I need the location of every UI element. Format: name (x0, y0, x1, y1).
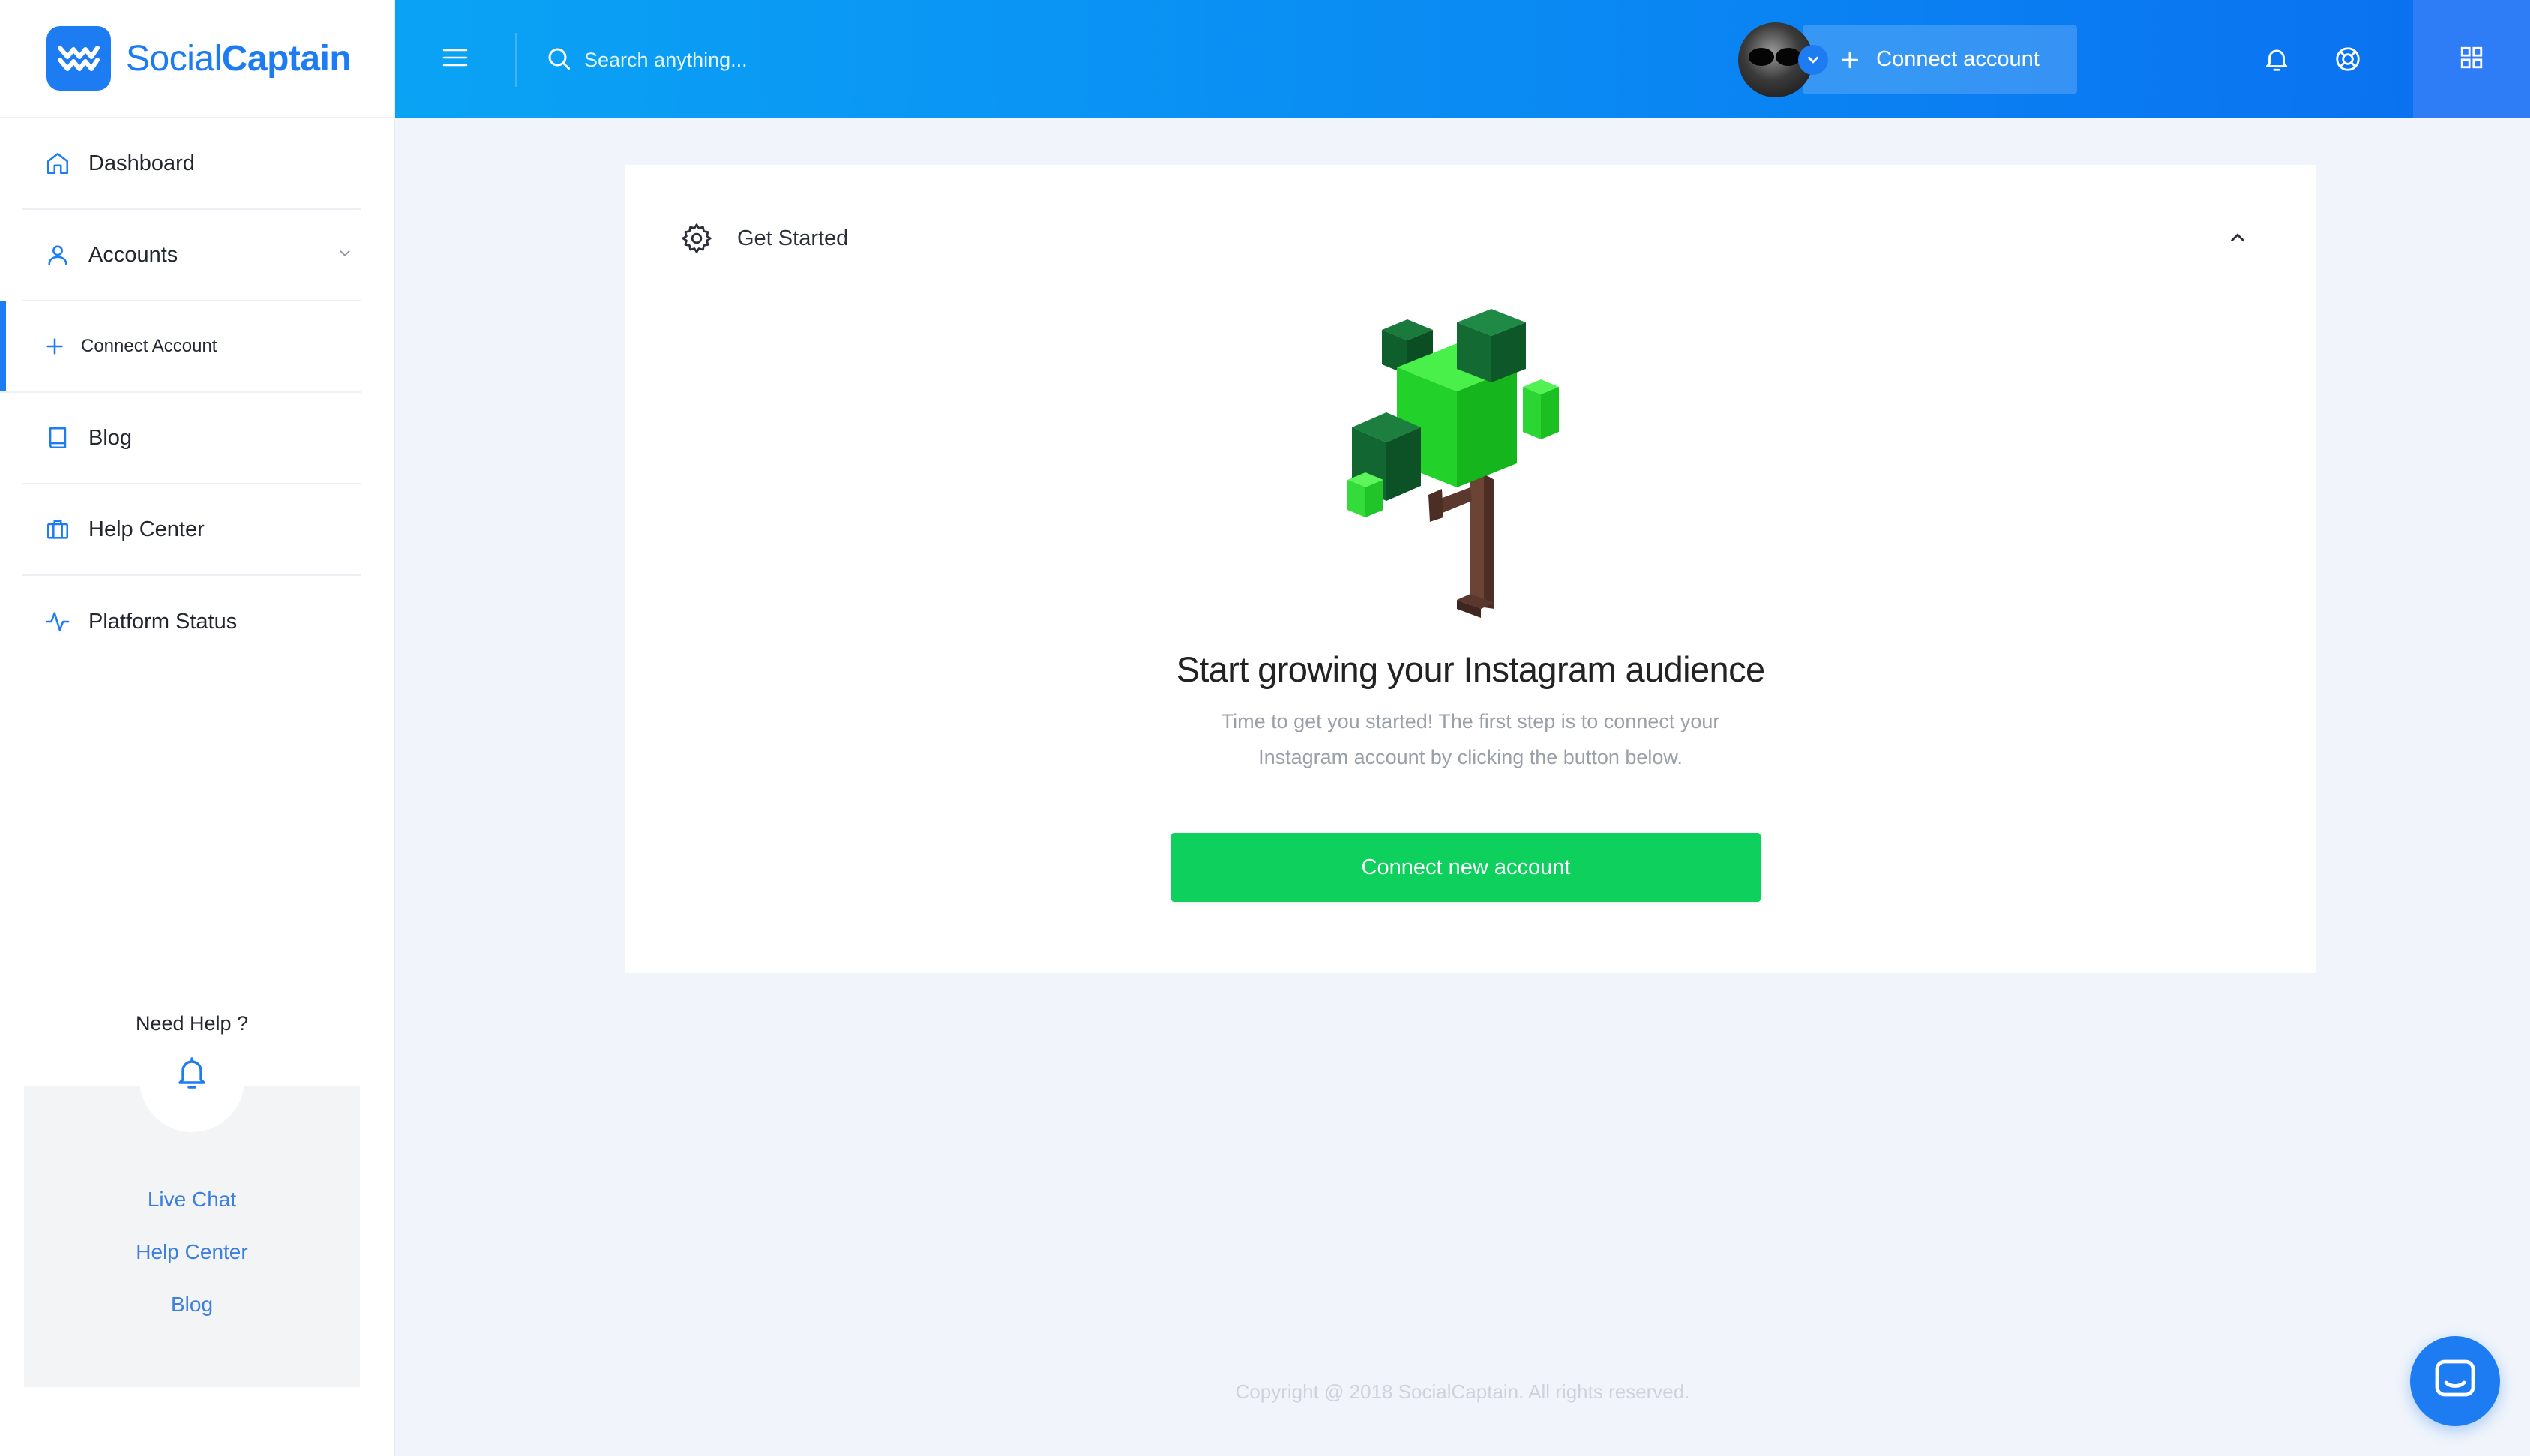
brand[interactable]: SocialCaptain (0, 0, 394, 118)
copyright-text: Copyright @ 2018 SocialCaptain. All righ… (1235, 1380, 1690, 1403)
sidebar-item-label: Accounts (88, 242, 178, 267)
live-chat-launcher-button[interactable] (2410, 1336, 2500, 1426)
sidebar-item-platform-status[interactable]: Platform Status (22, 576, 361, 667)
sidebar-item-label: Connect Account (81, 336, 217, 356)
sidebar-nav: Dashboard Accounts Connect Account Blog (0, 118, 395, 667)
card-section-title: Get Started (737, 226, 849, 250)
sidebar: SocialCaptain Dashboard Accounts Connect… (0, 0, 395, 1456)
brand-name-part1: Social (126, 38, 222, 79)
bell-icon (174, 1054, 210, 1132)
chevron-down-icon[interactable] (1798, 45, 1828, 75)
card-header[interactable]: Get Started (680, 222, 848, 255)
search-input[interactable] (584, 40, 1109, 79)
plus-icon (1840, 50, 1860, 70)
chevron-down-icon[interactable] (337, 243, 353, 268)
home-icon (43, 149, 72, 178)
sidebar-item-connect-account[interactable]: Connect Account (0, 301, 361, 393)
activity-icon (43, 607, 72, 636)
header-connect-account-button[interactable]: Connect account (1803, 25, 2077, 94)
hamburger-menu-icon[interactable] (442, 46, 469, 73)
user-icon (43, 241, 72, 269)
connect-new-account-button[interactable]: Connect new account (1171, 833, 1761, 902)
notifications-bell-icon[interactable] (2262, 45, 2291, 77)
brand-name-part2: Captain (221, 38, 352, 79)
sidebar-item-accounts[interactable]: Accounts (22, 210, 361, 301)
book-icon (43, 424, 72, 452)
brand-name: SocialCaptain (126, 38, 352, 79)
card-description-line-2: Instagram account by clicking the button… (1258, 746, 1683, 768)
tree-illustration (1344, 300, 1614, 634)
sidebar-item-blog[interactable]: Blog (22, 393, 361, 484)
avatar-detail (1776, 48, 1801, 66)
active-indicator (0, 301, 6, 391)
socialcaptain-logo-icon (46, 26, 111, 91)
chevron-up-icon[interactable] (2226, 226, 2249, 253)
need-help-title: Need Help ? (135, 1012, 249, 1035)
plus-icon (43, 335, 66, 358)
apps-grid-icon (2459, 45, 2484, 74)
help-link-help-center[interactable]: Help Center (0, 1240, 384, 1264)
card-heading: Start growing your Instagram audience (1176, 649, 1765, 689)
get-started-card: Get Started Start growing your Instagram… (625, 165, 2316, 973)
apps-grid-button[interactable] (2413, 0, 2530, 118)
gear-icon (680, 222, 713, 255)
top-bar: Connect account (395, 0, 2530, 118)
avatar-detail (1749, 48, 1774, 66)
sidebar-item-dashboard[interactable]: Dashboard (22, 118, 361, 210)
sidebar-item-label: Help Center (88, 517, 205, 541)
support-lifebuoy-icon[interactable] (2334, 45, 2362, 77)
header-divider (515, 33, 517, 87)
help-link-blog[interactable]: Blog (0, 1293, 384, 1317)
help-link-live-chat[interactable]: Live Chat (0, 1188, 384, 1212)
chat-icon (2433, 1359, 2478, 1404)
sidebar-item-help-center[interactable]: Help Center (22, 484, 361, 576)
briefcase-icon (43, 515, 72, 544)
header-connect-account-label: Connect account (1876, 47, 2040, 71)
sidebar-item-label: Platform Status (88, 609, 238, 634)
sidebar-item-label: Dashboard (88, 151, 195, 175)
sidebar-item-label: Blog (88, 425, 133, 450)
card-description-line-1: Time to get you started! The first step … (1221, 710, 1720, 732)
search-icon (545, 45, 572, 76)
